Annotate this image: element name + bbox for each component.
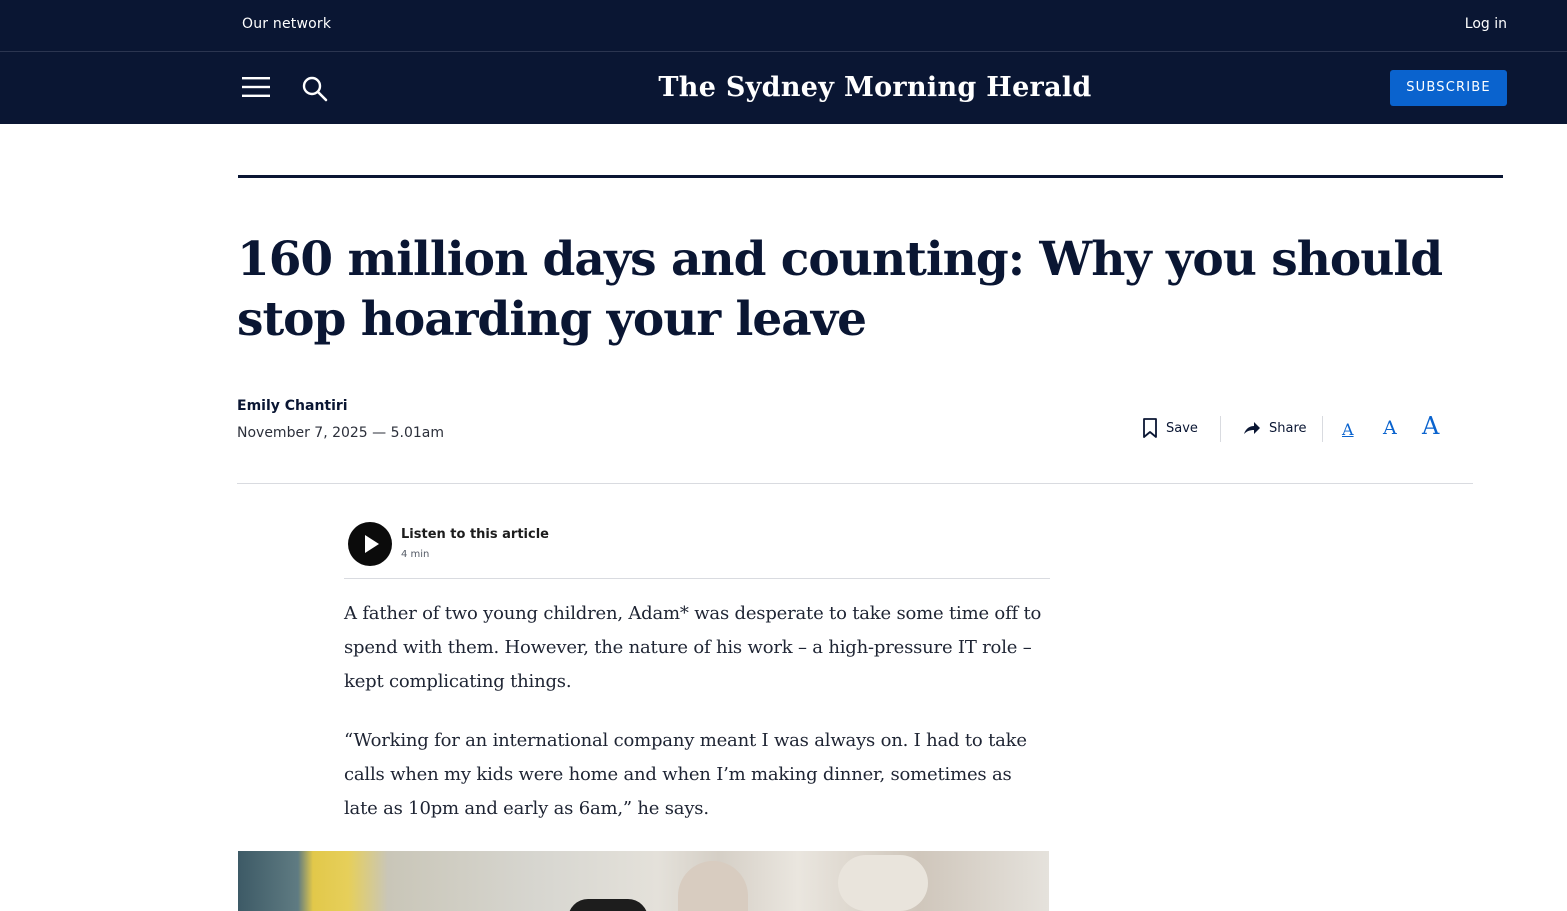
bookmark-icon — [1143, 418, 1157, 438]
article-paragraph: “Working for an international company me… — [344, 730, 1027, 819]
main-header: The Sydney Morning Herald SUBSCRIBE — [0, 52, 1567, 124]
save-label: Save — [1166, 420, 1198, 436]
meta-divider — [237, 483, 1473, 484]
play-button[interactable] — [348, 522, 392, 566]
hamburger-menu-icon[interactable] — [242, 76, 270, 98]
share-label: Share — [1269, 420, 1307, 436]
publish-date: November 7, 2025 — 5.01am — [237, 425, 445, 441]
share-button[interactable]: Share — [1243, 416, 1307, 440]
login-link[interactable]: Log in — [1465, 16, 1507, 32]
font-size-small-button[interactable]: A — [1342, 420, 1354, 439]
font-size-large-button[interactable]: A — [1422, 412, 1439, 440]
play-icon — [365, 535, 379, 553]
audio-divider — [344, 578, 1050, 579]
article-headline: 160 million days and counting: Why you s… — [237, 232, 1443, 347]
search-icon[interactable] — [301, 75, 329, 103]
article-hero-image — [238, 851, 1049, 911]
share-arrow-icon — [1244, 422, 1260, 434]
listen-duration: 4 min — [401, 549, 430, 560]
listen-title: Listen to this article — [401, 527, 549, 542]
save-button[interactable]: Save — [1142, 416, 1198, 440]
tool-divider — [1322, 416, 1323, 442]
audio-player: Listen to this article 4 min — [348, 522, 1048, 566]
article-paragraph: A father of two young children, Adam* wa… — [344, 603, 1042, 692]
masthead-logo[interactable]: The Sydney Morning Herald — [600, 66, 1150, 110]
our-network-link[interactable]: Our network — [242, 16, 331, 32]
author-name[interactable]: Emily Chantiri — [237, 398, 348, 414]
section-divider — [238, 175, 1503, 178]
font-size-medium-button[interactable]: A — [1383, 417, 1397, 439]
top-utility-bar: Our network Log in — [0, 0, 1567, 52]
tool-divider — [1220, 416, 1221, 442]
subscribe-button[interactable]: SUBSCRIBE — [1390, 70, 1507, 106]
